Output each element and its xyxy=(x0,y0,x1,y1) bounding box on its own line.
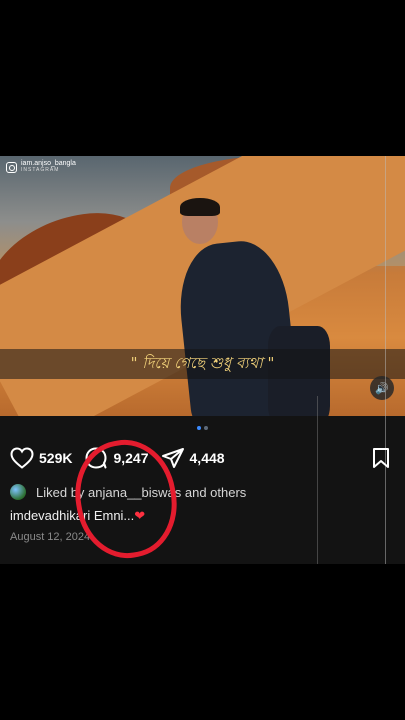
post-media[interactable]: iam.anjso_bangla INSTAGRAM " দিয়ে গেছে … xyxy=(0,156,405,416)
like-count: 529K xyxy=(39,450,73,466)
post-date: August 12, 2024 xyxy=(10,531,91,543)
caption-overlay: " দিয়ে গেছে শুধু ব্যথা " xyxy=(0,349,405,379)
carousel-indicator xyxy=(0,426,405,430)
instagram-post: iam.anjso_bangla INSTAGRAM " দিয়ে গেছে … xyxy=(0,156,405,566)
watermark: iam.anjso_bangla INSTAGRAM xyxy=(6,160,76,174)
carousel-dot xyxy=(204,426,208,430)
top-letterbox xyxy=(0,0,405,156)
divider xyxy=(385,156,386,564)
globe-icon xyxy=(10,484,26,500)
sound-icon: 🔊 xyxy=(375,382,389,395)
instagram-icon xyxy=(6,161,17,173)
like-button[interactable]: 529K xyxy=(10,447,72,469)
heart-icon xyxy=(10,447,34,469)
share-count: 4,448 xyxy=(189,450,225,466)
action-bar: 529K 9,247 4,448 xyxy=(10,446,395,470)
sound-button[interactable]: 🔊 xyxy=(370,376,394,400)
carousel-dot-active xyxy=(197,426,201,430)
share-button[interactable]: 4,448 xyxy=(161,447,225,469)
divider xyxy=(317,396,318,564)
bookmark-icon[interactable] xyxy=(371,447,391,474)
watermark-platform: INSTAGRAM xyxy=(21,167,60,173)
watermark-handle: iam.anjso_bangla xyxy=(21,160,76,167)
caption-overlay-text: " দিয়ে গেছে শুধু ব্যথা " xyxy=(130,353,275,372)
